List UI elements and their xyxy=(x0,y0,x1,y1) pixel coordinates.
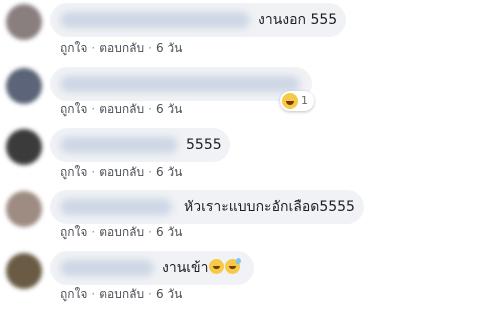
comment-text: หัวเราะแบบกะอักเลือด5555 xyxy=(184,199,355,215)
separator: · xyxy=(148,41,152,55)
comment-text-value: งานเข้า xyxy=(162,260,209,276)
comment-text: งานเข้า xyxy=(162,258,242,278)
comment-actions: ถูกใจ · ตอบกลับ · 6 วัน xyxy=(60,286,182,302)
avatar[interactable] xyxy=(6,4,42,40)
separator: · xyxy=(91,225,96,239)
reply-link[interactable]: ตอบกลับ xyxy=(99,287,144,301)
comment-bubble: 5555 xyxy=(50,128,230,162)
avatar[interactable] xyxy=(6,68,42,104)
reply-link[interactable]: ตอบกลับ xyxy=(99,165,144,179)
separator: · xyxy=(91,102,96,116)
avatar[interactable] xyxy=(6,191,42,227)
comment-bubble: งานงอก 555 xyxy=(50,3,346,37)
separator: · xyxy=(148,225,152,239)
comment-bubble: หัวเราะแบบกะอักเลือด5555 xyxy=(50,190,364,224)
separator: · xyxy=(91,165,96,179)
separator: · xyxy=(148,165,152,179)
comment-bubble xyxy=(50,67,312,101)
reaction-count: 1 xyxy=(301,94,308,107)
reply-link[interactable]: ตอบกลับ xyxy=(99,102,144,116)
separator: · xyxy=(148,102,152,116)
avatar[interactable] xyxy=(6,129,42,165)
commenter-name[interactable] xyxy=(60,137,178,153)
like-link[interactable]: ถูกใจ xyxy=(60,165,87,179)
comment-text: 5555 xyxy=(186,137,222,153)
timestamp[interactable]: 6 วัน xyxy=(156,102,182,116)
timestamp[interactable]: 6 วัน xyxy=(156,41,182,55)
like-link[interactable]: ถูกใจ xyxy=(60,102,87,116)
comment-bubble: งานเข้า xyxy=(50,251,254,285)
commenter-name[interactable] xyxy=(60,260,154,276)
reaction-badge[interactable]: 1 xyxy=(280,91,314,111)
comment-actions: ถูกใจ · ตอบกลับ · 6 วัน xyxy=(60,40,182,56)
grinning-face-icon xyxy=(209,259,225,274)
comment-actions: ถูกใจ · ตอบกลับ · 6 วัน xyxy=(60,164,182,180)
like-link[interactable]: ถูกใจ xyxy=(60,225,87,239)
laugh-emoji-icon xyxy=(282,93,298,109)
commenter-name[interactable] xyxy=(60,76,300,92)
timestamp[interactable]: 6 วัน xyxy=(156,287,182,301)
timestamp[interactable]: 6 วัน xyxy=(156,165,182,179)
commenter-name[interactable] xyxy=(60,199,172,215)
avatar[interactable] xyxy=(6,253,42,289)
reply-link[interactable]: ตอบกลับ xyxy=(99,225,144,239)
separator: · xyxy=(148,287,152,301)
like-link[interactable]: ถูกใจ xyxy=(60,41,87,55)
reply-link[interactable]: ตอบกลับ xyxy=(99,41,144,55)
like-link[interactable]: ถูกใจ xyxy=(60,287,87,301)
commenter-name[interactable] xyxy=(60,12,250,28)
separator: · xyxy=(91,287,96,301)
comment-text: งานงอก 555 xyxy=(258,12,338,28)
comment-actions: ถูกใจ · ตอบกลับ · 6 วัน xyxy=(60,224,182,240)
comment-actions: ถูกใจ · ตอบกลับ · 6 วัน xyxy=(60,101,182,117)
timestamp[interactable]: 6 วัน xyxy=(156,225,182,239)
grinning-sweat-face-icon xyxy=(225,258,242,274)
separator: · xyxy=(91,41,96,55)
